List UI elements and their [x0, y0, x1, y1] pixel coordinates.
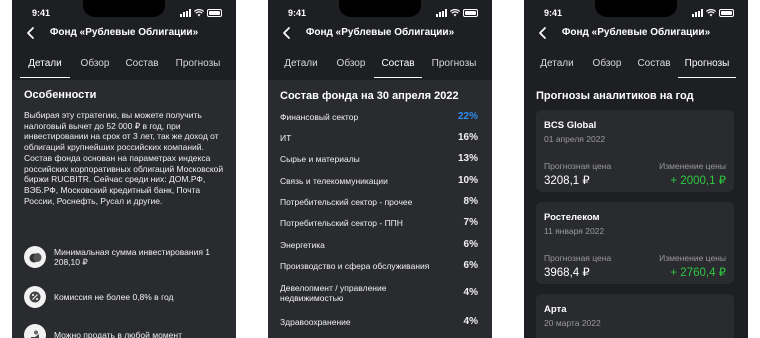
feature-text: Можно продать в любой момент [54, 330, 182, 338]
wifi-icon [450, 9, 460, 17]
sector-percent: 10% [457, 175, 478, 186]
forecast-date: 20 марта 2022 [544, 318, 601, 328]
wifi-icon [194, 9, 204, 17]
battery-icon [463, 9, 478, 17]
section-heading: Состав фонда на 30 апреля 2022 [280, 90, 459, 102]
change-label: Изменение цены [659, 161, 726, 171]
hand-icon [24, 324, 46, 338]
change-label: Изменение цены [659, 253, 726, 263]
tab-forecasts[interactable]: Прогнозы [166, 58, 230, 78]
sector-name: Здравоохранение [280, 317, 351, 327]
sector-percent: 16% [457, 132, 478, 143]
price-label: Прогнозная цена [544, 161, 612, 171]
forecast-price: 3968,4 ₽ [544, 267, 590, 279]
forecast-card[interactable]: Арта 20 марта 2022 [536, 294, 734, 338]
signal-icon [180, 9, 191, 17]
sector-name: Сырье и материалы [280, 154, 360, 164]
sector-percent: 13% [457, 153, 478, 164]
forecast-card[interactable]: Ростелеком 11 января 2022 Прогнозная цен… [536, 202, 734, 284]
status-time: 9:41 [288, 8, 307, 18]
status-time: 9:41 [544, 8, 563, 18]
battery-icon [719, 9, 734, 17]
phone-screen-composition: 9:41 Фонд «Рублевые Облигации» Детали Об… [268, 0, 492, 338]
tab-details[interactable]: Детали [276, 58, 326, 78]
tab-overview[interactable]: Обзор [328, 58, 374, 78]
price-label: Прогнозная цена [544, 253, 612, 263]
sector-name: Производство и сфера обслуживания [280, 261, 430, 271]
analyst-name: BCS Global [544, 120, 597, 131]
section-heading: Особенности [24, 89, 97, 101]
forecast-price: 3208,1 ₽ [544, 175, 590, 187]
tab-bar: Детали Обзор Состав Прогнозы [268, 58, 492, 78]
sector-name: Потребительский сектор - прочее [280, 197, 413, 207]
forecast-card[interactable]: BCS Global 01 апреля 2022 Прогнозная цен… [536, 110, 734, 192]
signal-icon [436, 9, 447, 17]
forecast-date: 11 января 2022 [544, 226, 605, 236]
tab-bar: Детали Обзор Состав Прогнозы [524, 58, 748, 78]
tab-overview[interactable]: Обзор [72, 58, 118, 78]
tab-details[interactable]: Детали [20, 58, 70, 78]
composition-content: Состав фонда на 30 апреля 2022 Финансовы… [268, 80, 492, 338]
details-content: Особенности Выбирая эту стратегию, вы мо… [12, 80, 236, 338]
coins-icon [24, 246, 46, 268]
status-bar: 9:41 [524, 8, 748, 20]
feature-item: Можно продать в любой момент [24, 324, 182, 338]
sector-percent: 6% [463, 239, 478, 250]
tab-bar: Детали Обзор Состав Прогнозы [12, 58, 236, 78]
page-title: Фонд «Рублевые Облигации» [561, 27, 711, 38]
battery-icon [207, 9, 222, 17]
sector-percent: 4% [463, 287, 478, 298]
status-time: 9:41 [32, 8, 51, 18]
tab-forecasts[interactable]: Прогнозы [422, 58, 486, 78]
page-title: Фонд «Рублевые Облигации» [49, 27, 199, 38]
sector-percent: 6% [463, 260, 478, 271]
feature-text: Комиссия не более 0,8% в год [54, 292, 174, 302]
tab-composition[interactable]: Состав [374, 58, 422, 78]
tab-overview[interactable]: Обзор [584, 58, 630, 78]
tab-details[interactable]: Детали [532, 58, 582, 78]
sector-name: Связь и телекоммуникации [280, 176, 388, 186]
tab-composition[interactable]: Состав [118, 58, 166, 78]
nav-header: Фонд «Рублевые Облигации» [12, 24, 236, 44]
status-bar: 9:41 [268, 8, 492, 20]
sector-name: Девелопмент / управление недвижимостью [280, 283, 387, 303]
sector-name: Энергетика [280, 240, 325, 250]
percent-icon [24, 286, 46, 308]
sector-percent: 7% [463, 217, 478, 228]
feature-item: Комиссия не более 0,8% в год [24, 286, 173, 308]
sector-name: Финансовый сектор [280, 112, 359, 122]
price-change: + 2000,1 ₽ [670, 175, 726, 187]
nav-header: Фонд «Рублевые Облигации» [268, 24, 492, 44]
forecast-date: 01 апреля 2022 [544, 134, 606, 144]
sector-percent: 8% [463, 196, 478, 207]
status-bar: 9:41 [12, 8, 236, 20]
phone-screen-details: 9:41 Фонд «Рублевые Облигации» Детали Об… [12, 0, 236, 338]
price-change: + 2760,4 ₽ [670, 267, 726, 279]
tab-forecasts[interactable]: Прогнозы [678, 58, 736, 78]
sector-percent: 4% [463, 316, 478, 327]
strategy-description: Выбирая эту стратегию, вы можете получит… [24, 110, 224, 206]
tab-composition[interactable]: Состав [630, 58, 678, 78]
sector-percent: 22% [457, 111, 478, 122]
analyst-name: Арта [544, 304, 567, 315]
sector-name: Потребительский сектор - ППН [280, 218, 403, 228]
phone-screen-forecasts: 9:41 Фонд «Рублевые Облигации» Детали Об… [524, 0, 748, 338]
feature-text: Минимальная сумма инвестирования 1 208,1… [54, 247, 211, 267]
analyst-name: Ростелеком [544, 212, 600, 223]
wifi-icon [706, 9, 716, 17]
page-title: Фонд «Рублевые Облигации» [305, 27, 455, 38]
section-heading: Прогнозы аналитиков на год [536, 90, 694, 102]
nav-header: Фонд «Рублевые Облигации» [524, 24, 748, 44]
forecasts-content: Прогнозы аналитиков на год BCS Global 01… [524, 80, 748, 338]
sector-name: ИТ [280, 133, 292, 143]
feature-item: Минимальная сумма инвестирования 1 208,1… [24, 246, 224, 268]
signal-icon [692, 9, 703, 17]
